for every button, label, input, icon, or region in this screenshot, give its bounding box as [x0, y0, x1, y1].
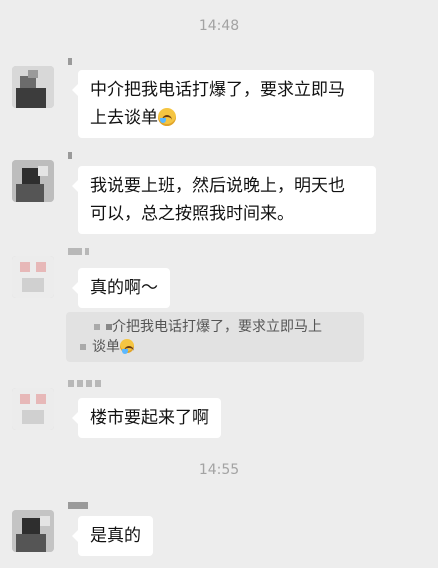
- avatar[interactable]: [12, 160, 54, 202]
- nickname: [68, 380, 104, 392]
- message-text: 中介把我电话打爆了，要求立即马: [90, 80, 345, 100]
- nickname: [68, 58, 75, 70]
- quoted-text: 介把我电话打爆了，要求立即马上: [112, 319, 322, 335]
- message-text: 我说要上班，然后说晚上，明天也: [90, 176, 345, 196]
- message-bubble[interactable]: 楼市要起来了啊: [72, 398, 221, 438]
- nickname: [68, 152, 75, 164]
- laugh-cry-emoji-icon: [158, 108, 176, 126]
- message-text: 楼市要起来了啊: [90, 408, 209, 428]
- avatar[interactable]: [12, 256, 54, 298]
- avatar[interactable]: [12, 388, 54, 430]
- nickname: [68, 502, 91, 514]
- message-bubble[interactable]: 中介把我电话打爆了，要求立即马 上去谈单: [72, 70, 374, 138]
- timestamp: 14:55: [198, 462, 240, 478]
- message-bubble[interactable]: 我说要上班，然后说晚上，明天也 可以，总之按照我时间来。: [72, 166, 376, 234]
- laugh-cry-emoji-icon: [120, 339, 134, 354]
- nickname: [68, 248, 92, 260]
- avatar[interactable]: [12, 510, 54, 552]
- quoted-text: 谈单: [92, 339, 120, 355]
- message-bubble[interactable]: 是真的: [72, 516, 153, 556]
- timestamp: 14:48: [198, 18, 240, 34]
- message-bubble[interactable]: 真的啊～: [72, 268, 170, 308]
- quoted-message[interactable]: 介把我电话打爆了，要求立即马上 谈单: [66, 312, 364, 362]
- quoted-avatar: [76, 322, 112, 332]
- message-text: 上去谈单: [90, 108, 158, 128]
- avatar[interactable]: [12, 66, 54, 108]
- message-text: 可以，总之按照我时间来。: [90, 204, 294, 224]
- message-text: 是真的: [90, 526, 141, 546]
- message-text: 真的啊～: [90, 278, 158, 298]
